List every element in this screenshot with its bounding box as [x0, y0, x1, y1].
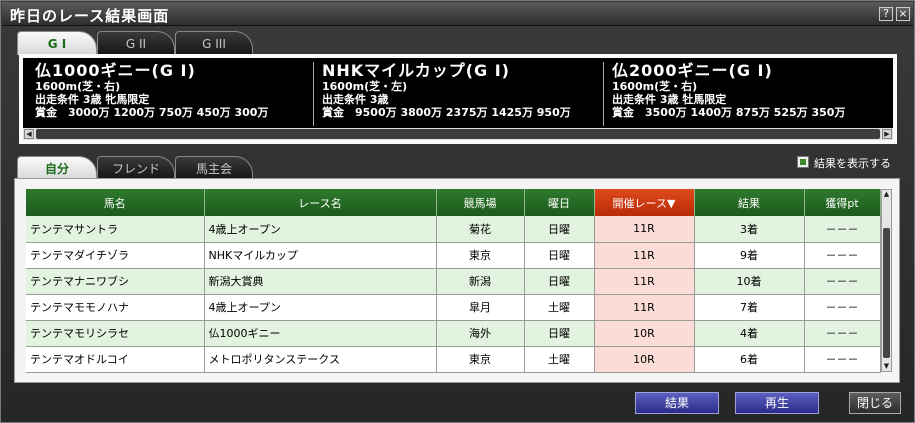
race-distance: 1600m(芝・右) — [35, 80, 121, 93]
table-row[interactable]: テンテマサントラ 4歳上オープン 菊花 日曜 11R 3着 －－－ — [26, 216, 881, 243]
race-name: NHKマイルカップ(G I) — [322, 61, 510, 80]
close-window-button[interactable]: × — [896, 7, 910, 21]
result-button[interactable]: 結果 — [635, 392, 719, 414]
cell-day: 日曜 — [524, 268, 595, 295]
col-result[interactable]: 結果 — [694, 189, 805, 216]
horizontal-scrollbar[interactable]: ◀ ▶ — [23, 128, 893, 140]
table-row[interactable]: テンテマオドルコイ メトロポリタンステークス 東京 土曜 10R 6着 －－－ — [26, 346, 881, 373]
race-name: 仏1000ギニー(G I) — [35, 61, 196, 80]
cell-horse-name: テンテマオドルコイ — [26, 346, 205, 373]
cell-race-name: 新潟大賞典 — [204, 268, 437, 295]
window-title: 昨日のレース結果画面 — [10, 7, 170, 25]
scroll-left-icon[interactable]: ◀ — [24, 129, 34, 139]
cell-result: 6着 — [694, 346, 805, 373]
scroll-thumb[interactable] — [36, 129, 880, 139]
cell-result: 4着 — [694, 320, 805, 347]
race-name: 仏2000ギニー(G I) — [612, 61, 773, 80]
cell-horse-name: テンテマダイチゾラ — [26, 242, 205, 269]
cell-result: 9着 — [694, 242, 805, 269]
titlebar: 昨日のレース結果画面 ? × — [2, 2, 913, 26]
show-results-label: 結果を表示する — [814, 157, 891, 170]
tab-friend[interactable]: フレンド — [97, 156, 175, 180]
cell-points: －－－ — [804, 346, 881, 373]
cell-racecourse: 東京 — [436, 242, 525, 269]
cell-racecourse: 皐月 — [436, 294, 525, 321]
race-condition: 出走条件 3歳 牝馬限定 — [35, 93, 150, 106]
race-distance: 1600m(芝・右) — [612, 80, 698, 93]
tab-owners-club[interactable]: 馬主会 — [175, 156, 253, 180]
cell-day: 土曜 — [524, 294, 595, 321]
vertical-scrollbar[interactable]: ▲ ▼ — [881, 189, 892, 372]
cell-points: －－－ — [804, 320, 881, 347]
cell-race-name: メトロポリタンステークス — [204, 346, 437, 373]
cell-racecourse: 菊花 — [436, 216, 525, 243]
race-prize: 賞金 9500万 3800万 2375万 1425万 950万 — [322, 106, 571, 119]
col-race-name[interactable]: レース名 — [204, 189, 437, 216]
cell-points: －－－ — [804, 268, 881, 295]
table-row[interactable]: テンテマナニワブシ 新潟大賞典 新潟 日曜 11R 10着 －－－ — [26, 268, 881, 295]
cell-day: 土曜 — [524, 346, 595, 373]
table-row[interactable]: テンテマモリシラセ 仏1000ギニー 海外 日曜 10R 4着 －－－ — [26, 320, 881, 347]
table-row[interactable]: テンテマモモノハナ 4歳上オープン 皐月 土曜 11R 7着 －－－ — [26, 294, 881, 321]
tab-g1[interactable]: G I — [17, 31, 97, 55]
scroll-up-icon[interactable]: ▲ — [882, 190, 891, 199]
scroll-down-icon[interactable]: ▼ — [882, 362, 891, 371]
cell-day: 日曜 — [524, 320, 595, 347]
cell-horse-name: テンテマモモノハナ — [26, 294, 205, 321]
race-prize: 賞金 3500万 1400万 875万 525万 350万 — [612, 106, 846, 119]
cell-points: －－－ — [804, 242, 881, 269]
cell-race-name: NHKマイルカップ — [204, 242, 437, 269]
tab-g2[interactable]: G II — [97, 31, 175, 55]
cell-racecourse: 海外 — [436, 320, 525, 347]
race-list: 仏1000ギニー(G I) 1600m(芝・右) 出走条件 3歳 牝馬限定 賞金… — [23, 58, 893, 140]
race-distance: 1600m(芝・左) — [322, 80, 408, 93]
col-points[interactable]: 獲得pt — [804, 189, 881, 216]
cell-race-number: 11R — [594, 268, 695, 295]
cell-race-name: 仏1000ギニー — [204, 320, 437, 347]
cell-racecourse: 東京 — [436, 346, 525, 373]
cell-race-number: 11R — [594, 216, 695, 243]
cell-day: 日曜 — [524, 216, 595, 243]
results-table: 馬名 レース名 競馬場 曜日 開催レース▼ 結果 獲得pt テンテマサントラ 4… — [26, 189, 881, 373]
race-card[interactable]: NHKマイルカップ(G I) 1600m(芝・左) 出走条件 3歳 賞金 950… — [314, 62, 604, 126]
cell-horse-name: テンテマモリシラセ — [26, 320, 205, 347]
cell-horse-name: テンテマナニワブシ — [26, 268, 205, 295]
cell-race-number: 11R — [594, 242, 695, 269]
cell-race-number: 10R — [594, 346, 695, 373]
results-table-panel: 馬名 レース名 競馬場 曜日 開催レース▼ 結果 獲得pt テンテマサントラ 4… — [14, 178, 900, 383]
cell-result: 7着 — [694, 294, 805, 321]
race-card[interactable]: 仏2000ギニー(G I) 1600m(芝・右) 出走条件 3歳 牡馬限定 賞金… — [604, 62, 889, 126]
cell-points: －－－ — [804, 216, 881, 243]
replay-button[interactable]: 再生 — [735, 392, 819, 414]
col-racecourse[interactable]: 競馬場 — [436, 189, 525, 216]
cell-race-name: 4歳上オープン — [204, 216, 437, 243]
tab-g3[interactable]: G III — [175, 31, 253, 55]
cell-day: 日曜 — [524, 242, 595, 269]
race-prize: 賞金 3000万 1200万 750万 450万 300万 — [35, 106, 269, 119]
table-row[interactable]: テンテマダイチゾラ NHKマイルカップ 東京 日曜 11R 9着 －－－ — [26, 242, 881, 269]
col-race-number[interactable]: 開催レース▼ — [594, 189, 695, 216]
cell-racecourse: 新潟 — [436, 268, 525, 295]
table-header-row: 馬名 レース名 競馬場 曜日 開催レース▼ 結果 獲得pt — [26, 189, 881, 216]
show-results-checkbox[interactable] — [797, 156, 809, 168]
col-horse-name[interactable]: 馬名 — [26, 189, 205, 216]
help-button[interactable]: ? — [879, 7, 893, 21]
close-button[interactable]: 閉じる — [849, 392, 901, 414]
grade-race-panel: 仏1000ギニー(G I) 1600m(芝・右) 出走条件 3歳 牝馬限定 賞金… — [19, 54, 897, 144]
race-results-window: 昨日のレース結果画面 ? × G I G II G III 仏1000ギニー(G… — [0, 0, 915, 423]
scroll-right-icon[interactable]: ▶ — [882, 129, 892, 139]
cell-race-name: 4歳上オープン — [204, 294, 437, 321]
cell-points: －－－ — [804, 294, 881, 321]
race-condition: 出走条件 3歳 — [322, 93, 389, 106]
scroll-thumb[interactable] — [883, 228, 890, 358]
cell-race-number: 11R — [594, 294, 695, 321]
cell-horse-name: テンテマサントラ — [26, 216, 205, 243]
col-day[interactable]: 曜日 — [524, 189, 595, 216]
tab-self[interactable]: 自分 — [17, 156, 97, 180]
race-condition: 出走条件 3歳 牡馬限定 — [612, 93, 727, 106]
cell-race-number: 10R — [594, 320, 695, 347]
cell-result: 10着 — [694, 268, 805, 295]
cell-result: 3着 — [694, 216, 805, 243]
race-card[interactable]: 仏1000ギニー(G I) 1600m(芝・右) 出走条件 3歳 牝馬限定 賞金… — [27, 62, 317, 126]
